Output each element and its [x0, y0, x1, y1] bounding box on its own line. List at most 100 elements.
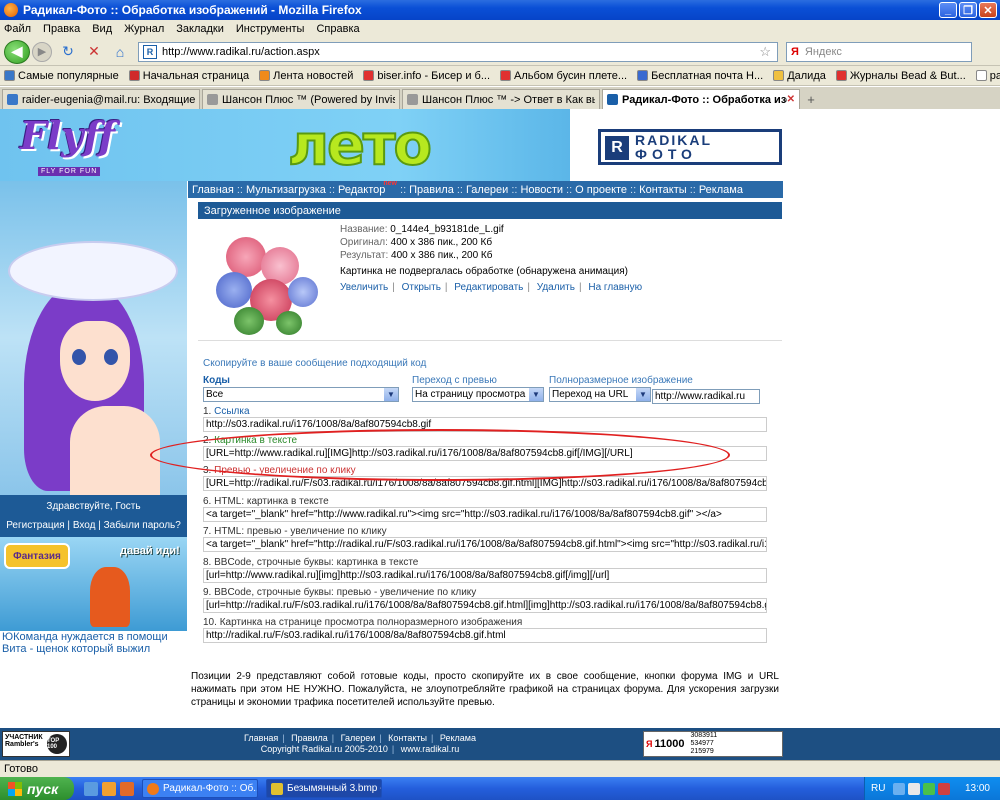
- uploaded-image-panel: Название: 0_144e4_b93181de_L.gif Оригина…: [198, 221, 782, 341]
- bookmark-item[interactable]: Журналы Bead & But...: [835, 70, 966, 82]
- quick-launch: [84, 781, 134, 796]
- tab-favicon-icon: [607, 94, 618, 105]
- news-link[interactable]: ЮКоманда нуждается в помощи: [2, 631, 187, 643]
- tab-close-icon[interactable]: ✕: [787, 94, 795, 105]
- preview-label: Переход с превью: [412, 375, 497, 386]
- maximize-button[interactable]: ❐: [959, 2, 977, 18]
- nav-home[interactable]: Главная: [192, 184, 234, 196]
- footer-ads-link[interactable]: Реклама: [440, 733, 476, 743]
- bookmark-item[interactable]: biser.info - Бисер и б...: [363, 70, 490, 82]
- redirect-url-input[interactable]: http://www.radikal.ru: [652, 389, 760, 404]
- menu-bookmarks[interactable]: Закладки: [176, 23, 224, 35]
- tray-icon[interactable]: [893, 782, 906, 795]
- menu-help[interactable]: Справка: [316, 23, 359, 35]
- nav-galleries[interactable]: Галереи: [466, 184, 508, 196]
- nav-ads[interactable]: Реклама: [699, 184, 743, 196]
- delete-link[interactable]: Удалить: [537, 282, 575, 293]
- login-link[interactable]: Вход: [73, 520, 96, 531]
- code-value-input[interactable]: [url=http://www.radikal.ru][img]http://s…: [203, 568, 767, 583]
- menu-edit[interactable]: Правка: [43, 23, 80, 35]
- open-link[interactable]: Открыть: [402, 282, 441, 293]
- bookmark-item[interactable]: Бесплатная почта Н...: [637, 70, 763, 82]
- flyff-logo[interactable]: Flyff FLY FOR FUN: [20, 113, 130, 177]
- footer-home-link[interactable]: Главная: [244, 733, 278, 743]
- bookmark-item[interactable]: Лента новостей: [259, 70, 353, 82]
- new-tab-button[interactable]: +: [802, 89, 820, 109]
- browser-tab[interactable]: Радикал-Фото :: Обработка изо... ✕: [602, 89, 800, 109]
- menu-file[interactable]: Файл: [4, 23, 31, 35]
- tray-icon[interactable]: [908, 782, 921, 795]
- register-link[interactable]: Регистрация: [6, 520, 64, 531]
- bookmark-item[interactable]: Самые популярные: [4, 70, 119, 82]
- tray-icon[interactable]: [938, 782, 951, 795]
- quick-launch-icon[interactable]: [102, 781, 116, 796]
- minimize-button[interactable]: _: [939, 2, 957, 18]
- fullsize-select[interactable]: Переход на URL ▼: [549, 387, 651, 402]
- footer-galleries-link[interactable]: Галереи: [341, 733, 376, 743]
- home-link[interactable]: На главную: [588, 282, 642, 293]
- quick-launch-icon[interactable]: [84, 781, 98, 796]
- taskbar-button-paint[interactable]: Безымянный 3.bmp -...: [266, 779, 382, 798]
- footer-contacts-link[interactable]: Контакты: [388, 733, 427, 743]
- language-indicator[interactable]: RU: [871, 783, 885, 794]
- browser-tab[interactable]: Шансон Плюс ™ (Powered by Invision ...: [202, 89, 400, 109]
- menu-history[interactable]: Журнал: [124, 23, 164, 35]
- footer-links: Главная | Правила | Галереи | Контакты | Рек…: [244, 733, 476, 754]
- enlarge-link[interactable]: Увеличить: [340, 282, 388, 293]
- nav-contacts[interactable]: Контакты: [639, 184, 687, 196]
- radikal-logo[interactable]: R RADIKAL ФОТО: [598, 129, 782, 165]
- reload-icon[interactable]: ↻: [58, 42, 78, 62]
- home-icon[interactable]: ⌂: [110, 42, 130, 62]
- menu-view[interactable]: Вид: [92, 23, 112, 35]
- footer-rules-link[interactable]: Правила: [291, 733, 328, 743]
- nav-about[interactable]: О проекте: [575, 184, 627, 196]
- code-number: 8.: [203, 557, 212, 568]
- footer-site-link[interactable]: www.radikal.ru: [401, 744, 460, 754]
- nav-rules[interactable]: Правила: [409, 184, 454, 196]
- codes-select[interactable]: Все ▼: [203, 387, 399, 402]
- bookmark-item[interactable]: Начальная страница: [128, 70, 249, 82]
- code-label: BBCode, строчные буквы: превью - увеличе…: [214, 587, 477, 598]
- code-value-input[interactable]: <a target="_blank" href="http://www.radi…: [203, 507, 767, 522]
- quick-launch-icon[interactable]: [120, 781, 134, 796]
- forgot-password-link[interactable]: Забыли пароль?: [104, 520, 181, 531]
- news-link[interactable]: Вита - щенок который выжил: [2, 643, 187, 655]
- windows-flag-icon: [8, 781, 22, 796]
- nav-editor[interactable]: Редактор: [338, 184, 385, 196]
- forward-button[interactable]: ▶: [32, 41, 52, 62]
- bookmark-icon: [773, 70, 785, 81]
- taskbar-button-firefox[interactable]: Радикал-Фото :: Об...: [142, 779, 258, 798]
- code-value-input[interactable]: http://radikal.ru/F/s03.radikal.ru/i176/…: [203, 628, 767, 643]
- rambler-top100-badge[interactable]: УЧАСТНИК Rambler's TOP 100: [2, 731, 70, 757]
- header-banner: Flyff FLY FOR FUN лето R RADIKAL ФОТО: [0, 109, 1000, 181]
- bookmark-item[interactable]: Далида: [773, 70, 826, 82]
- search-input[interactable]: Я Яндекс: [786, 41, 972, 62]
- bookmark-icon: [975, 70, 987, 81]
- code-value-input[interactable]: [url=http://radikal.ru/F/s03.radikal.ru/…: [203, 598, 767, 613]
- summer-banner-text[interactable]: лето: [287, 112, 433, 179]
- fantasy-ad-banner[interactable]: Фантазия давай иди!: [0, 537, 187, 631]
- nav-multiupload[interactable]: Мультизагрузка: [246, 184, 326, 196]
- close-button[interactable]: ✕: [979, 2, 997, 18]
- bookmark-icon: [637, 70, 649, 81]
- back-button[interactable]: ◀: [4, 39, 30, 64]
- preview-select[interactable]: На страницу просмотра ▼: [412, 387, 544, 402]
- uploaded-image-thumbnail[interactable]: [206, 227, 324, 339]
- bookmark-item[interactable]: Альбом бусин плете...: [500, 70, 627, 82]
- bookmark-star-icon[interactable]: ☆: [759, 44, 771, 60]
- page-content: Flyff FLY FOR FUN лето R RADIKAL ФОТО Зд…: [0, 109, 1000, 760]
- browser-tab[interactable]: raider-eugenia@mail.ru: Входящие: [2, 89, 200, 109]
- tray-icon[interactable]: [923, 782, 936, 795]
- stop-icon[interactable]: ✕: [84, 42, 104, 62]
- edit-link[interactable]: Редактировать: [454, 282, 523, 293]
- bookmark-label: Альбом бусин плете...: [514, 69, 628, 82]
- code-value-input[interactable]: <a target="_blank" href="http://radikal.…: [203, 537, 767, 552]
- browser-tab[interactable]: Шансон Плюс ™ -> Ответ в Как вы...: [402, 89, 600, 109]
- code-row: 7. HTML: превью - увеличение по клику <a …: [203, 526, 773, 552]
- bookmark-item[interactable]: раскраски: [975, 70, 1000, 82]
- menu-tools[interactable]: Инструменты: [236, 23, 305, 35]
- nav-news[interactable]: Новости: [520, 184, 563, 196]
- start-button[interactable]: пуск: [0, 777, 74, 800]
- address-bar[interactable]: R http://www.radikal.ru/action.aspx ☆: [138, 41, 778, 62]
- yandex-counter[interactable]: Я 11000 3083911 534977 215979: [643, 731, 783, 757]
